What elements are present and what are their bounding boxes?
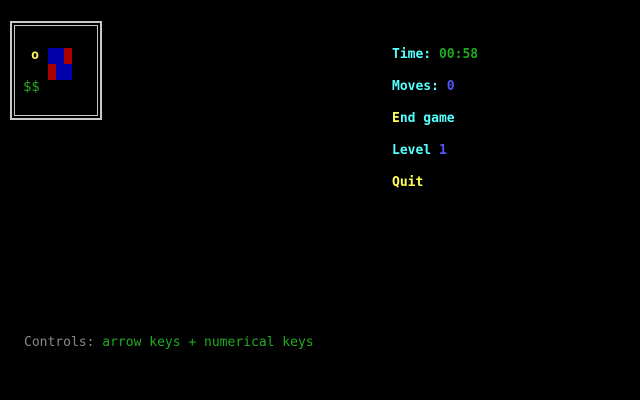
block-blue-top-left	[48, 48, 64, 64]
treasure-marker: $$	[23, 79, 40, 95]
player-marker: o	[31, 48, 39, 63]
block-blue-bottom-right	[56, 64, 72, 80]
moves-display: Moves: 0	[392, 79, 455, 95]
end-game-button[interactable]: End game	[392, 111, 455, 127]
controls-hint: Controls: arrow keys + numerical keys	[24, 335, 314, 351]
level-display: Level 1	[392, 143, 447, 159]
block-red-top-right	[64, 48, 72, 64]
time-value: 00:58	[438, 47, 479, 62]
controls-value: arrow keys + numerical keys	[102, 335, 314, 350]
end-game-hotkey: E	[392, 111, 400, 126]
moves-value: 0	[446, 79, 455, 94]
quit-button[interactable]: Quit	[392, 175, 423, 191]
quit-label: Quit	[392, 175, 424, 190]
level-value: 1	[438, 143, 447, 158]
end-game-label: nd game	[399, 111, 455, 126]
block-red-bottom-left	[48, 64, 56, 80]
time-label: Time:	[392, 47, 432, 62]
controls-label: Controls:	[24, 335, 95, 350]
level-label: Level	[392, 143, 432, 158]
time-display: Time: 00:58	[392, 47, 478, 63]
moves-label: Moves:	[392, 79, 439, 94]
